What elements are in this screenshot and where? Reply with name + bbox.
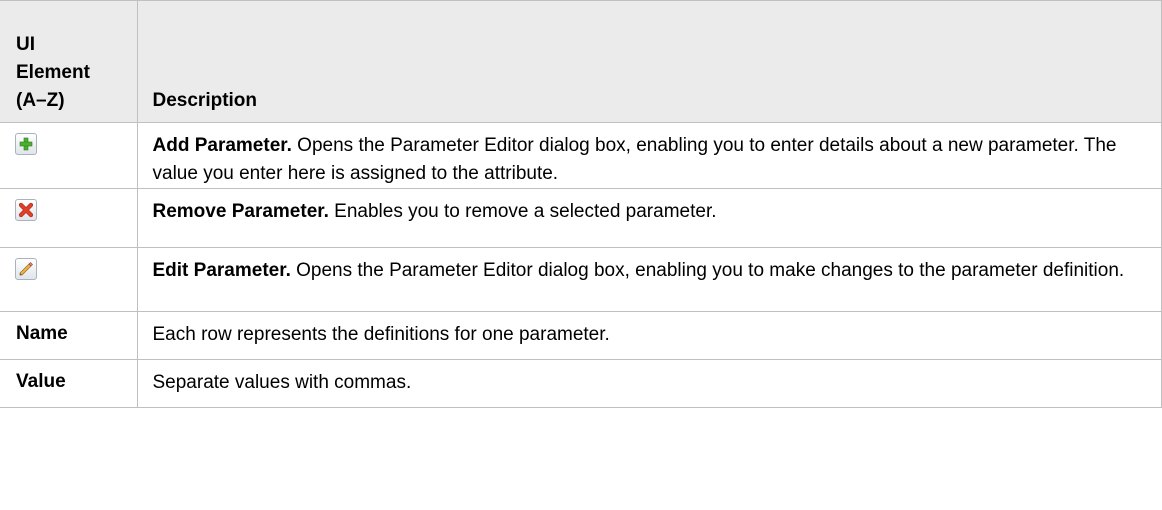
remove-parameter-text: Enables you to remove a selected paramet… bbox=[328, 201, 717, 222]
element-cell bbox=[0, 122, 138, 189]
remove-parameter-icon bbox=[15, 199, 37, 221]
remove-parameter-term: Remove Parameter. bbox=[152, 201, 329, 222]
table-row-edit-parameter: Edit Parameter. Opens the Parameter Edit… bbox=[0, 247, 1162, 312]
header-ui-element-line2: Element bbox=[16, 62, 90, 83]
element-cell: Name bbox=[0, 311, 138, 360]
name-element-label: Name bbox=[16, 323, 68, 344]
add-parameter-term: Add Parameter. bbox=[152, 135, 292, 156]
description-cell: Edit Parameter. Opens the Parameter Edit… bbox=[136, 247, 1162, 312]
table-row-name: Name Each row represents the definitions… bbox=[0, 311, 1162, 360]
name-description: Each row represents the definitions for … bbox=[152, 324, 610, 345]
header-ui-element: UI Element (A–Z) bbox=[0, 0, 138, 123]
add-parameter-icon bbox=[15, 133, 37, 155]
table-header-row: UI Element (A–Z) Description bbox=[0, 0, 1162, 123]
description-cell: Add Parameter. Opens the Parameter Edito… bbox=[136, 122, 1162, 189]
header-ui-element-line3: (A–Z) bbox=[16, 90, 65, 111]
edit-parameter-icon bbox=[15, 258, 37, 280]
table-row-add-parameter: Add Parameter. Opens the Parameter Edito… bbox=[0, 122, 1162, 189]
description-cell: Remove Parameter. Enables you to remove … bbox=[136, 188, 1162, 248]
add-parameter-text: Opens the Parameter Editor dialog box, e… bbox=[152, 135, 1117, 184]
element-cell bbox=[0, 247, 138, 312]
ui-elements-table: UI Element (A–Z) Description Add Paramet… bbox=[0, 0, 1162, 408]
table-row-value: Value Separate values with commas. bbox=[0, 359, 1162, 408]
edit-parameter-term: Edit Parameter. bbox=[152, 260, 291, 281]
element-cell bbox=[0, 188, 138, 248]
value-element-label: Value bbox=[16, 371, 66, 392]
value-description: Separate values with commas. bbox=[152, 372, 412, 393]
description-cell: Each row represents the definitions for … bbox=[136, 311, 1162, 360]
table-row-remove-parameter: Remove Parameter. Enables you to remove … bbox=[0, 188, 1162, 248]
header-ui-element-line1: UI bbox=[16, 34, 35, 55]
description-cell: Separate values with commas. bbox=[136, 359, 1162, 408]
edit-parameter-text: Opens the Parameter Editor dialog box, e… bbox=[290, 260, 1125, 281]
header-description: Description bbox=[136, 0, 1162, 123]
element-cell: Value bbox=[0, 359, 138, 408]
